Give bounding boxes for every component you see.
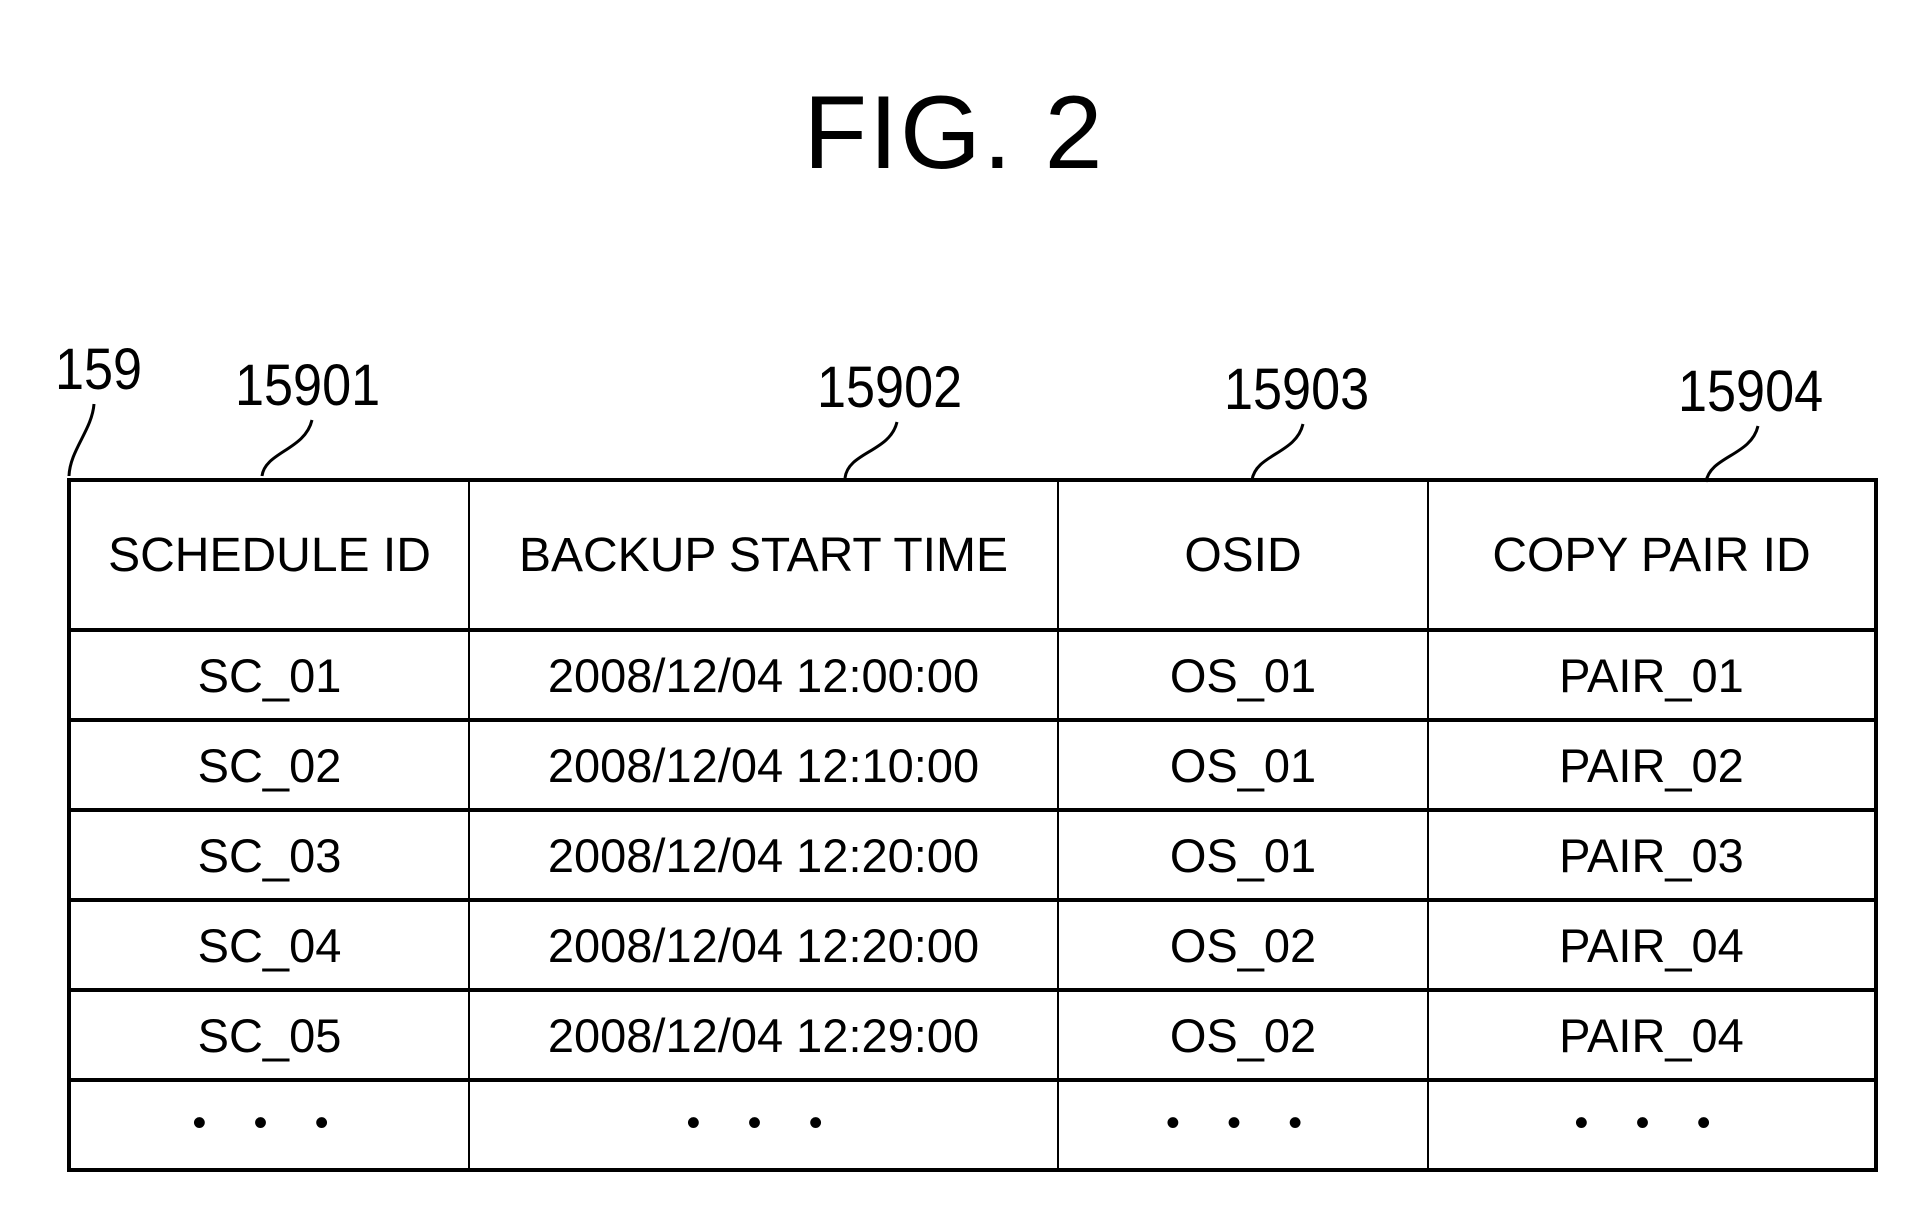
cell-osid: OS_02 xyxy=(1057,988,1429,1081)
cell-osid: OS_02 xyxy=(1057,898,1429,991)
leader-line-table xyxy=(67,403,96,477)
header-osid: OSID xyxy=(1057,479,1429,631)
cell-backup-start-time: 2008/12/04 12:29:00 xyxy=(468,988,1059,1081)
leader-line-backup-start-time xyxy=(843,421,899,479)
leader-line-copy-pair-id xyxy=(1704,425,1760,483)
cell-osid: OS_01 xyxy=(1057,718,1429,811)
header-backup-start-time: BACKUP START TIME xyxy=(468,479,1059,631)
leader-line-osid xyxy=(1250,423,1305,481)
cell-osid: OS_01 xyxy=(1057,808,1429,901)
cell-schedule-id: SC_05 xyxy=(68,988,470,1081)
cell-schedule-id: SC_02 xyxy=(68,718,470,811)
cell-schedule-id: SC_01 xyxy=(68,628,470,721)
table-row: SC_04 2008/12/04 12:20:00 OS_02 PAIR_04 xyxy=(68,898,1877,991)
cell-copy-pair-id: PAIR_03 xyxy=(1427,808,1877,901)
cell-schedule-id: SC_04 xyxy=(68,898,470,991)
ellipsis-cell: • • • xyxy=(1427,1078,1877,1171)
header-schedule-id: SCHEDULE ID xyxy=(68,479,470,631)
ellipsis-dots: • • • xyxy=(686,1100,841,1145)
ellipsis-cell: • • • xyxy=(68,1078,470,1171)
cell-copy-pair-id: PAIR_04 xyxy=(1427,988,1877,1081)
table-header-row: SCHEDULE ID BACKUP START TIME OSID COPY … xyxy=(68,479,1877,631)
cell-copy-pair-id: PAIR_02 xyxy=(1427,718,1877,811)
ellipsis-dots: • • • xyxy=(1165,1100,1321,1145)
schedule-table: SCHEDULE ID BACKUP START TIME OSID COPY … xyxy=(67,478,1878,1172)
ellipsis-dots: • • • xyxy=(192,1100,347,1145)
cell-osid: OS_01 xyxy=(1057,628,1429,721)
cell-backup-start-time: 2008/12/04 12:20:00 xyxy=(468,808,1059,901)
cell-backup-start-time: 2008/12/04 12:20:00 xyxy=(468,898,1059,991)
cell-schedule-id: SC_03 xyxy=(68,808,470,901)
leader-line-schedule-id xyxy=(260,419,314,477)
cell-backup-start-time: 2008/12/04 12:10:00 xyxy=(468,718,1059,811)
cell-backup-start-time: 2008/12/04 12:00:00 xyxy=(468,628,1059,721)
table-row-ellipsis: • • • • • • • • • • • • xyxy=(68,1078,1877,1171)
header-copy-pair-id: COPY PAIR ID xyxy=(1427,479,1877,631)
ellipsis-cell: • • • xyxy=(468,1078,1059,1171)
cell-copy-pair-id: PAIR_01 xyxy=(1427,628,1877,721)
table-row: SC_01 2008/12/04 12:00:00 OS_01 PAIR_01 xyxy=(68,628,1877,721)
ellipsis-cell: • • • xyxy=(1057,1078,1429,1171)
table-row: SC_03 2008/12/04 12:20:00 OS_01 PAIR_03 xyxy=(68,808,1877,901)
ellipsis-dots: • • • xyxy=(1574,1100,1729,1145)
table-row: SC_05 2008/12/04 12:29:00 OS_02 PAIR_04 xyxy=(68,988,1877,1081)
table-row: SC_02 2008/12/04 12:10:00 OS_01 PAIR_02 xyxy=(68,718,1877,811)
cell-copy-pair-id: PAIR_04 xyxy=(1427,898,1877,991)
